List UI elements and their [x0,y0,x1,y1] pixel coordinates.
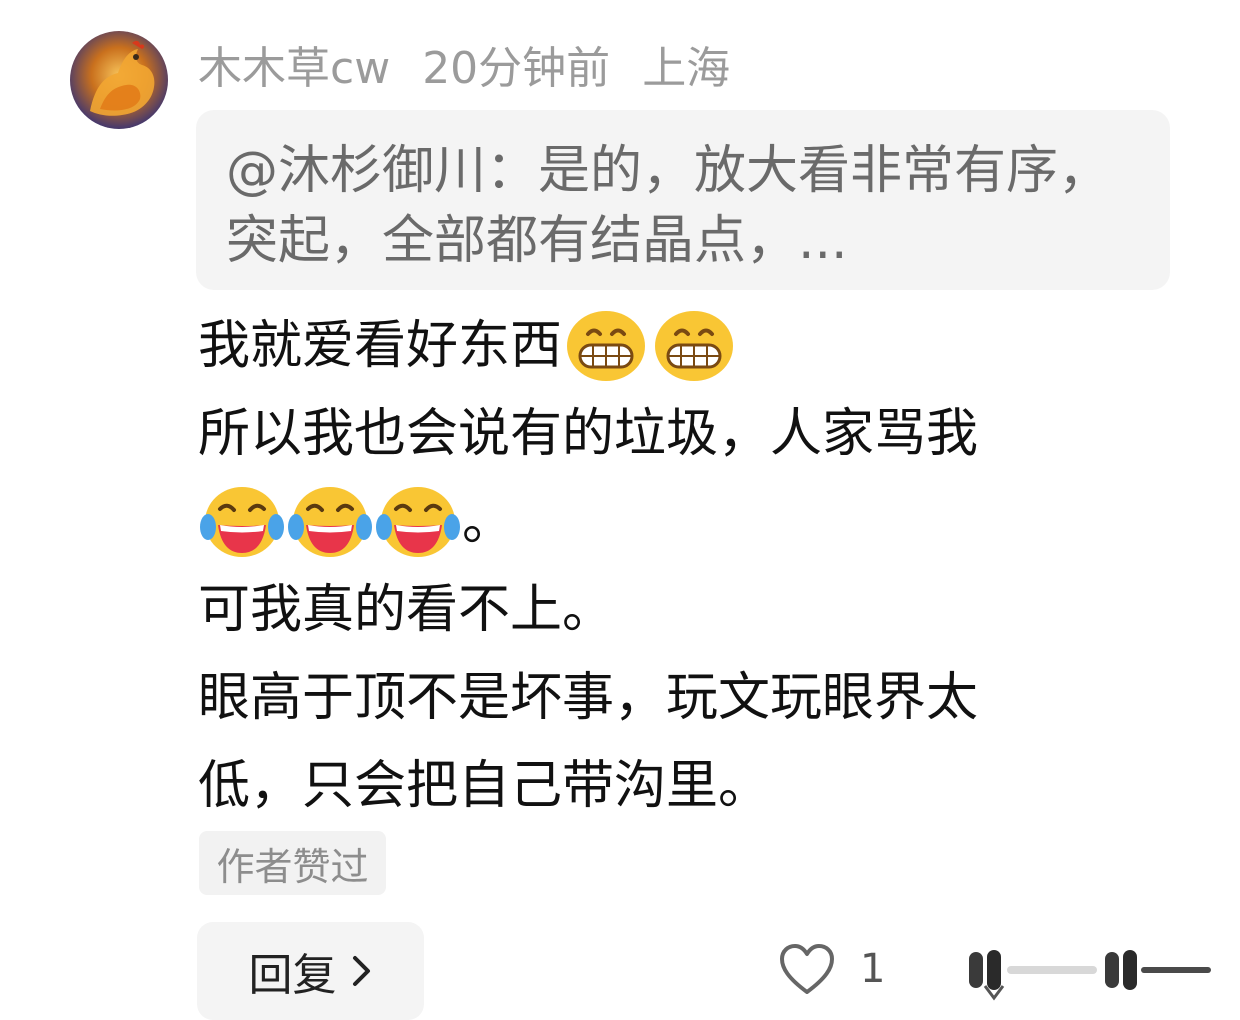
comment-body: 我就爱看好东西 所以我也会说有的垃圾，人家骂我 。 可我真的看不上。 眼高于顶不… [198,302,1158,830]
tears-of-joy-icon [376,487,460,557]
comment-line-3: 。 [198,478,1158,566]
comment-line-5: 眼高于顶不是坏事，玩文玩眼界太 [198,668,979,728]
comment-line-4: 可我真的看不上。 [198,580,615,640]
tears-of-joy-icon [200,487,284,557]
reply-label: 回复 [248,950,337,1001]
heart-icon [780,944,834,994]
chevron-right-icon [352,956,370,986]
grinning-face-icon [567,311,646,381]
username[interactable]: 木木草cw [198,32,390,96]
like-button[interactable]: 1 [778,942,885,996]
rooster-icon [90,40,155,116]
comment-line-1: 我就爱看好东西 [198,302,1158,390]
avatar[interactable] [70,31,168,129]
like-count: 1 [860,946,886,992]
timestamp: 20分钟前 [422,43,611,94]
reply-button[interactable]: 回复 [197,922,424,1020]
grinning-face-icon [655,311,734,381]
comment-line-6: 低，只会把自己带沟里。 [198,756,771,816]
more-options-icon [969,950,1211,1001]
quoted-reply[interactable]: @沐杉御川：是的，放大看非常有序，突起，全部都有结晶点，... [196,110,1170,290]
more-options-button[interactable] [965,942,1215,1006]
tears-of-joy-icon [288,487,372,557]
author-liked-badge: 作者赞过 [199,831,386,895]
comment-meta: 木木草cw 20分钟前 上海 [198,36,762,94]
location: 上海 [642,43,731,94]
comment-line-2: 所以我也会说有的垃圾，人家骂我 [198,404,979,464]
